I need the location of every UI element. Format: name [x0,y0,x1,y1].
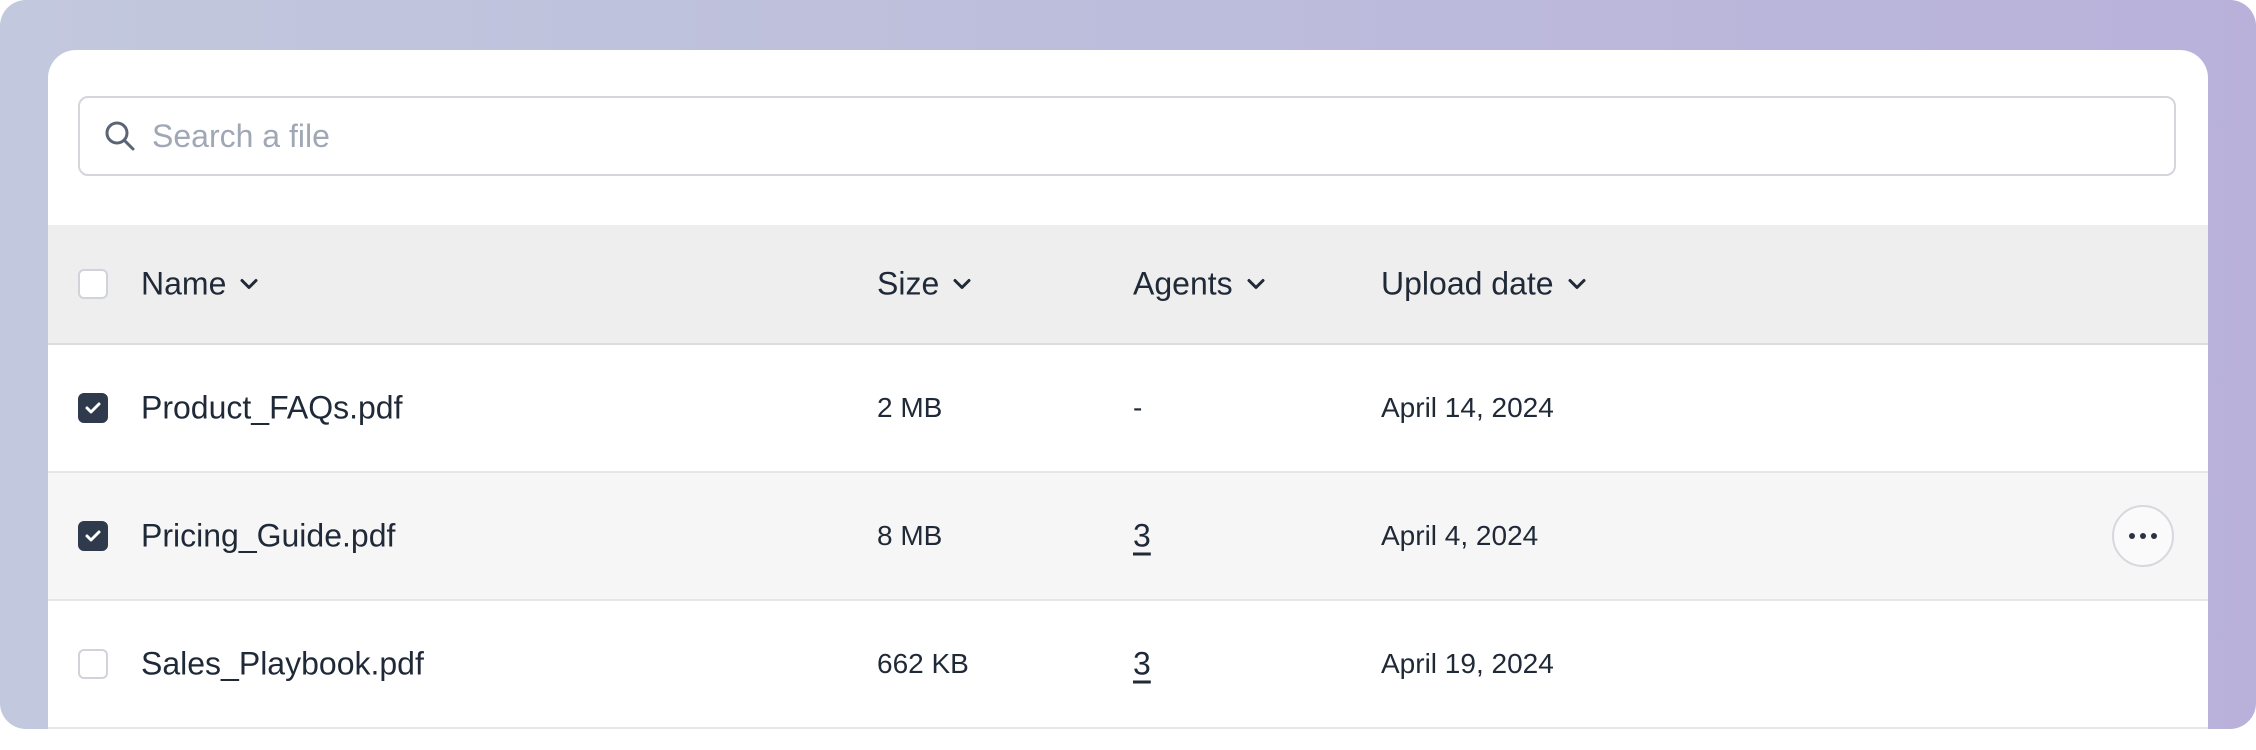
chevron-down-icon [1564,271,1590,297]
column-header-label: Size [877,265,940,302]
search-icon [102,118,138,154]
chevron-down-icon [236,271,262,297]
more-horizontal-icon [2129,533,2157,539]
row-checkbox[interactable] [78,393,108,423]
search-input[interactable] [150,116,2054,156]
search-box[interactable] [78,96,2176,176]
files-card: Name Size Agents Upload date [48,50,2208,750]
file-name[interactable]: Pricing_Guide.pdf [141,518,395,555]
column-header-label: Agents [1133,265,1233,302]
file-name[interactable]: Product_FAQs.pdf [141,390,402,427]
column-header-label: Name [141,265,227,302]
upload-date: April 4, 2024 [1381,520,1539,551]
column-header-upload-date[interactable]: Upload date [1381,266,1590,303]
chevron-down-icon [949,271,975,297]
column-header-size[interactable]: Size [877,266,975,303]
upload-date: April 19, 2024 [1381,648,1554,679]
file-name[interactable]: Sales_Playbook.pdf [141,646,424,683]
column-header-label: Upload date [1381,265,1554,302]
upload-date: April 14, 2024 [1381,392,1554,423]
check-icon [85,402,101,414]
chevron-down-icon [1243,271,1269,297]
agents-count: - [1133,392,1143,423]
more-options-button[interactable] [2112,505,2174,567]
row-checkbox[interactable] [78,521,108,551]
check-icon [85,530,101,542]
row-checkbox[interactable] [78,649,108,679]
column-header-agents[interactable]: Agents [1133,266,1269,303]
table-header: Name Size Agents Upload date [48,225,2208,345]
agents-count-link[interactable]: 3 [1133,646,1151,683]
agents-count-link[interactable]: 3 [1133,518,1151,555]
table-row[interactable]: Sales_Playbook.pdf 662 KB 3 April 19, 20… [48,601,2208,729]
table-row[interactable]: Pricing_Guide.pdf 8 MB 3 April 4, 2024 [48,473,2208,601]
select-all-checkbox[interactable] [78,269,108,299]
table-row[interactable]: Product_FAQs.pdf 2 MB - April 14, 2024 [48,345,2208,473]
file-size: 2 MB [877,392,943,423]
file-size: 8 MB [877,520,943,551]
file-size: 662 KB [877,648,969,679]
column-header-name[interactable]: Name [141,266,262,303]
